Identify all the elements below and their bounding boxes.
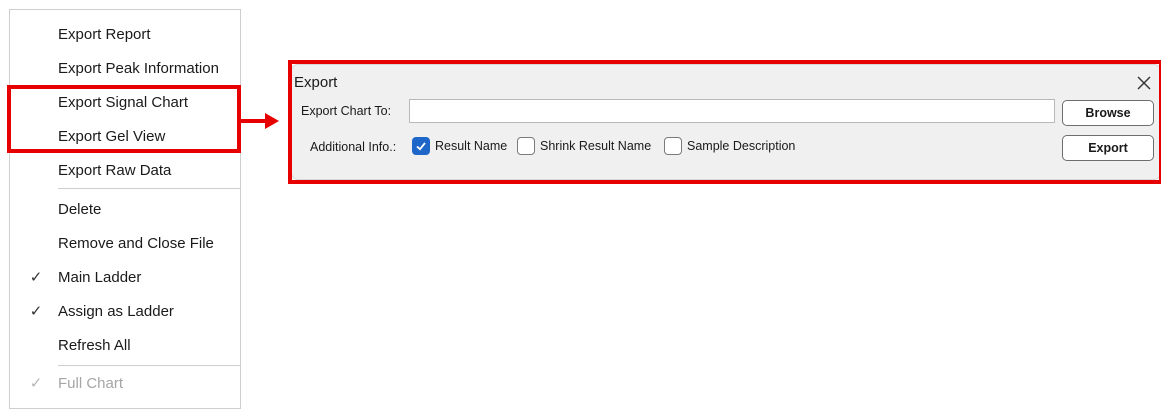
checkbox-unchecked[interactable] <box>517 137 535 155</box>
menu-item-delete[interactable]: Delete <box>10 192 240 226</box>
menu-item-label: Main Ladder <box>58 268 142 286</box>
menu-item-label: Remove and Close File <box>58 234 214 252</box>
export-path-input[interactable] <box>409 99 1055 123</box>
context-menu: Export Report Export Peak Information Ex… <box>9 9 241 409</box>
export-button[interactable]: Export <box>1062 135 1154 161</box>
menu-item-export-raw-data[interactable]: Export Raw Data <box>10 153 240 187</box>
option-result-name[interactable]: Result Name <box>412 137 507 155</box>
close-icon <box>1137 76 1151 90</box>
menu-item-label: Export Signal Chart <box>58 93 189 111</box>
menu-item-label: Export Peak Information <box>58 59 219 77</box>
menu-item-assign-as-ladder[interactable]: ✓ Assign as Ladder <box>10 294 240 328</box>
menu-item-label: Assign as Ladder <box>58 302 174 320</box>
menu-item-export-gel-view[interactable]: Export Gel View <box>10 119 240 153</box>
checkmark-icon <box>416 142 426 151</box>
checkbox-checked[interactable] <box>412 137 430 155</box>
menu-item-export-peak-information[interactable]: Export Peak Information <box>10 51 240 85</box>
menu-separator <box>58 188 240 189</box>
option-label: Shrink Result Name <box>540 139 652 153</box>
arrow-right-icon <box>265 113 279 129</box>
menu-item-label: Full Chart <box>58 374 124 392</box>
export-chart-to-label: Export Chart To: <box>301 104 392 118</box>
additional-info-label: Additional Info.: <box>310 140 397 154</box>
arrow-line <box>241 119 267 123</box>
checkmark-icon: ✓ <box>29 269 43 286</box>
option-label: Sample Description <box>687 139 796 153</box>
menu-item-label: Export Report <box>58 25 151 43</box>
menu-item-export-signal-chart[interactable]: Export Signal Chart <box>10 85 240 119</box>
menu-item-label: Export Gel View <box>58 127 166 145</box>
close-button[interactable] <box>1133 72 1155 94</box>
menu-item-label: Export Raw Data <box>58 161 172 179</box>
menu-item-label: Refresh All <box>58 336 131 354</box>
menu-item-label: Delete <box>58 200 102 218</box>
checkmark-icon: ✓ <box>29 303 43 320</box>
menu-item-remove-and-close-file[interactable]: Remove and Close File <box>10 226 240 260</box>
menu-item-main-ladder[interactable]: ✓ Main Ladder <box>10 260 240 294</box>
browse-button[interactable]: Browse <box>1062 100 1154 126</box>
menu-item-full-chart: ✓ Full Chart <box>10 366 240 400</box>
dialog-title: Export <box>294 74 338 91</box>
menu-item-export-report[interactable]: Export Report <box>10 17 240 51</box>
export-dialog: Export Export Chart To: Browse Additiona… <box>292 65 1160 179</box>
menu-item-refresh-all[interactable]: Refresh All <box>10 328 240 362</box>
option-shrink-result-name[interactable]: Shrink Result Name <box>517 137 651 155</box>
option-sample-description[interactable]: Sample Description <box>664 137 795 155</box>
checkbox-unchecked[interactable] <box>664 137 682 155</box>
checkmark-icon: ✓ <box>29 375 43 392</box>
option-label: Result Name <box>435 139 508 153</box>
